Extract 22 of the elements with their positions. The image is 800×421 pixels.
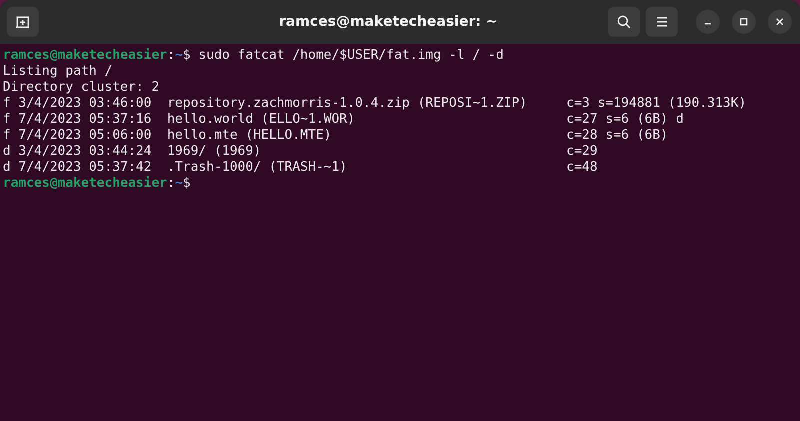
- prompt-path: ~: [175, 48, 184, 64]
- listing-info: c=48: [566, 160, 598, 176]
- prompt-user-host: ramces@maketecheasier: [3, 48, 168, 64]
- output-line: Listing path /: [3, 64, 113, 80]
- output-line: Directory cluster: 2: [3, 80, 160, 96]
- prompt-symbol: $: [183, 176, 191, 192]
- listing-entry: d 3/4/2023 03:44:24 1969/ (1969): [3, 144, 262, 159]
- listing-entry: f 7/4/2023 05:37:16 hello.world (ELLO~1.WOR): [3, 112, 356, 127]
- prompt-separator: :: [167, 48, 176, 64]
- prompt-separator: :: [167, 176, 176, 192]
- listing-info: c=28 s=6 (6B): [566, 128, 668, 144]
- command-text: sudo fatcat /home/$USER/fat.img -l / -d: [198, 48, 504, 64]
- prompt-symbol: $: [183, 48, 191, 64]
- prompt-user-host: ramces@maketecheasier: [3, 176, 168, 192]
- listing-info: c=29: [566, 144, 598, 160]
- listing-entry: d 7/4/2023 05:37:42 .Trash-1000/ (TRASH-~1): [3, 160, 348, 175]
- listing-entry: f 7/4/2023 05:06:00 hello.mte (HELLO.MTE): [3, 128, 332, 143]
- listing-info: c=3 s=194881 (190.313K): [566, 96, 747, 112]
- listing-entry: f 3/4/2023 03:46:00 repository.zachmorris-1.0.4.zip (REPOSI~1.ZIP): [3, 96, 528, 111]
- prompt-path: ~: [175, 176, 184, 192]
- window-title: ramces@maketecheasier: ~: [278, 14, 499, 30]
- listing-info: c=27 s=6 (6B) d: [566, 112, 684, 128]
